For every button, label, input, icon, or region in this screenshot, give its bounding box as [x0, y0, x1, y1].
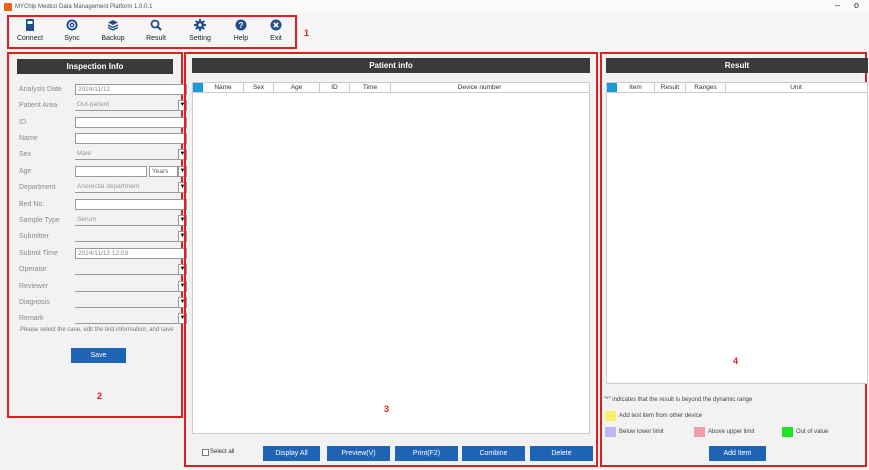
patient-table-header: Name Sex Age ID Time Device number — [193, 83, 589, 93]
patient-area-row: Patient Area Out-patient ▼ — [9, 100, 187, 113]
name-field[interactable] — [75, 133, 187, 144]
bed-no-label: Bed No. — [19, 201, 45, 208]
select-all-label: Select all — [210, 449, 235, 455]
col-item[interactable]: Item — [617, 83, 655, 92]
bed-no-row: Bed No. — [9, 199, 187, 212]
app-logo-icon — [4, 3, 12, 11]
legend-below: Below lower limit — [619, 429, 664, 435]
remark-label: Remark — [19, 315, 44, 322]
submit-time-label: Submit Time — [19, 250, 58, 257]
sample-type-select[interactable]: Serum — [75, 215, 178, 226]
col-name[interactable]: Name — [203, 83, 244, 92]
department-label: Department — [19, 184, 56, 191]
maximize-button[interactable]: o — [854, 0, 859, 10]
legend-swatch-below — [605, 427, 616, 437]
age-label: Age — [19, 168, 32, 175]
display-all-button[interactable]: Display All — [263, 446, 320, 461]
dynamic-range-note: "*" indicates that the result is beyond … — [604, 397, 753, 403]
col-result[interactable]: Result — [655, 83, 686, 92]
sex-label: Sex — [19, 151, 32, 158]
col-device-number[interactable]: Device number — [391, 83, 568, 92]
col-ranges[interactable]: Ranges — [686, 83, 726, 92]
id-field[interactable] — [75, 117, 187, 128]
operator-row: Operator ▼ — [9, 264, 187, 277]
title-bar: MYChip Medico Data Management Platform 1… — [0, 0, 869, 14]
add-item-button[interactable]: Add Item — [709, 446, 766, 461]
print-button[interactable]: Print(F2) — [395, 446, 458, 461]
analysis-date-label: Analysis Date — [19, 86, 62, 93]
table-corner — [607, 83, 617, 92]
department-row: Department Anorectal department ▼ — [9, 182, 187, 195]
sample-type-row: Sample Type Serum ▼ — [9, 215, 187, 228]
inspection-title: Inspection Info — [17, 59, 173, 74]
save-button[interactable]: Save — [71, 348, 126, 363]
legend-other-device: Add test item from other device — [619, 413, 703, 419]
reviewer-row: Reviewer ▼ — [9, 281, 187, 294]
name-row: Name — [9, 133, 187, 146]
patient-area-label: Patient Area — [19, 102, 58, 109]
age-unit-select[interactable]: Years — [149, 166, 178, 177]
sex-select[interactable]: Male — [75, 149, 178, 160]
age-field[interactable] — [75, 166, 147, 177]
diagnosis-row: Diagnosis ▼ — [9, 297, 187, 310]
legend-above: Above upper limit — [708, 429, 755, 435]
analysis-date-row: Analysis Date 2024/11/12 — [9, 84, 187, 97]
reviewer-label: Reviewer — [19, 283, 49, 290]
remark-select[interactable] — [75, 313, 178, 324]
window-title: MYChip Medico Data Management Platform 1… — [15, 4, 153, 10]
diagnosis-label: Diagnosis — [19, 299, 50, 306]
patient-table[interactable]: Name Sex Age ID Time Device number — [192, 82, 590, 434]
operator-label: Operator — [19, 266, 47, 273]
col-time[interactable]: Time — [350, 83, 391, 92]
col-age[interactable]: Age — [274, 83, 320, 92]
col-id[interactable]: ID — [320, 83, 350, 92]
inspection-hint: Please select the case, edit the test in… — [20, 327, 174, 333]
reviewer-select[interactable] — [75, 281, 178, 292]
patient-area-select[interactable]: Out-patient — [75, 100, 178, 111]
submitter-label: Submitter — [19, 233, 49, 240]
age-row: Age Years ▼ — [9, 166, 187, 179]
bed-no-field[interactable] — [75, 199, 187, 210]
legend-swatch-out — [782, 427, 793, 437]
select-all-checkbox[interactable] — [202, 449, 209, 456]
name-label: Name — [19, 135, 38, 142]
result-table-header: Item Result Ranges Unit — [607, 83, 867, 93]
submit-time-field[interactable]: 2024/11/12 12:03 — [75, 248, 187, 259]
annotation-number-1: 1 — [304, 28, 310, 38]
col-unit[interactable]: Unit — [726, 83, 866, 92]
id-label: ID — [19, 119, 26, 126]
analysis-date-field[interactable]: 2024/11/12 — [75, 84, 187, 95]
department-select[interactable]: Anorectal department — [75, 182, 178, 193]
sample-type-label: Sample Type — [19, 217, 60, 224]
legend-swatch-above — [694, 427, 705, 437]
combine-button[interactable]: Combine — [462, 446, 525, 461]
annotation-number-4: 4 — [733, 356, 739, 366]
id-row: ID — [9, 117, 187, 130]
patient-info-title: Patient info — [192, 58, 590, 73]
col-sex[interactable]: Sex — [244, 83, 274, 92]
table-corner — [193, 83, 203, 92]
operator-select[interactable] — [75, 264, 178, 275]
result-table[interactable]: Item Result Ranges Unit — [606, 82, 868, 384]
submit-time-row: Submit Time 2024/11/12 12:03 — [9, 248, 187, 261]
annotation-number-2: 2 — [97, 391, 103, 401]
minimize-button[interactable]: – — [835, 0, 840, 10]
legend-out: Out of value — [796, 429, 829, 435]
sex-row: Sex Male ▼ — [9, 149, 187, 162]
submitter-row: Submitter ▼ — [9, 231, 187, 244]
result-title: Result — [606, 58, 868, 73]
diagnosis-select[interactable] — [75, 297, 178, 308]
annotation-number-3: 3 — [384, 404, 390, 414]
delete-button[interactable]: Delete — [530, 446, 593, 461]
annotation-box-1 — [7, 15, 297, 49]
remark-row: Remark ▼ — [9, 313, 187, 326]
legend-swatch-other-device — [605, 411, 616, 421]
submitter-select[interactable] — [75, 231, 178, 242]
preview-button[interactable]: Preview(V) — [327, 446, 390, 461]
